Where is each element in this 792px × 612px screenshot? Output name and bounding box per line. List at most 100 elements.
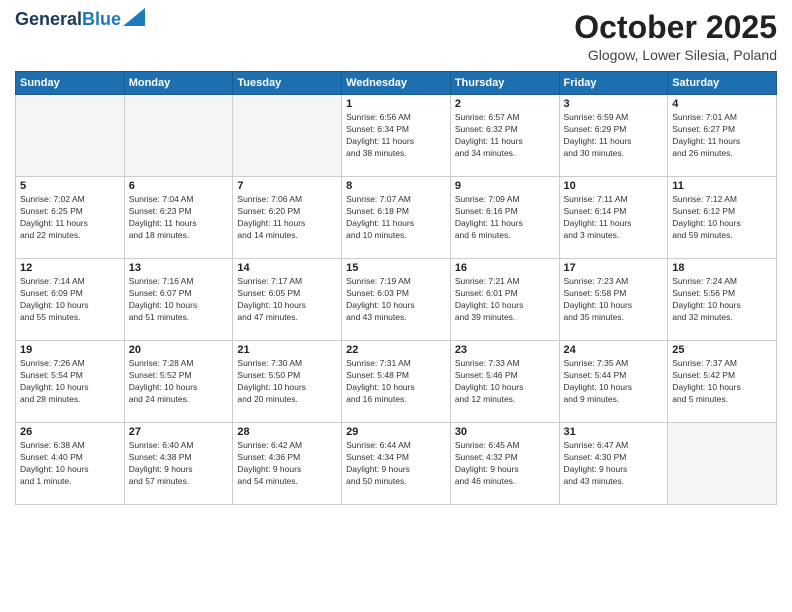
header: GeneralBlue October 2025 Glogow, Lower S…	[15, 10, 777, 63]
day-cell: 10 Sunrise: 7:11 AM Sunset: 6:14 PM Dayli…	[559, 177, 668, 259]
day-cell: 13 Sunrise: 7:16 AM Sunset: 6:07 PM Dayli…	[124, 259, 233, 341]
day-number: 4	[672, 98, 772, 110]
day-number: 31	[564, 426, 664, 438]
day-number: 6	[129, 180, 229, 192]
day-number: 26	[20, 426, 120, 438]
day-info: Sunrise: 7:11 AM Sunset: 6:14 PM Dayligh…	[564, 194, 664, 242]
day-info: Sunrise: 6:44 AM Sunset: 4:34 PM Dayligh…	[346, 440, 446, 488]
column-header-sunday: Sunday	[16, 72, 125, 95]
day-cell: 26 Sunrise: 6:38 AM Sunset: 4:40 PM Dayli…	[16, 423, 125, 505]
day-cell: 11Sunrise: 7:12 AM Sunset: 6:12 PM Dayli…	[668, 177, 777, 259]
day-cell: 25 Sunrise: 7:37 AM Sunset: 5:42 PM Dayli…	[668, 341, 777, 423]
day-cell: 15Sunrise: 7:19 AM Sunset: 6:03 PM Dayli…	[342, 259, 451, 341]
column-header-saturday: Saturday	[668, 72, 777, 95]
day-cell: 7Sunrise: 7:06 AM Sunset: 6:20 PM Daylig…	[233, 177, 342, 259]
day-info: Sunrise: 7:30 AM Sunset: 5:50 PM Dayligh…	[237, 358, 337, 406]
day-number: 3	[564, 98, 664, 110]
day-number: 30	[455, 426, 555, 438]
day-number: 14	[237, 262, 337, 274]
column-header-wednesday: Wednesday	[342, 72, 451, 95]
day-number: 23	[455, 344, 555, 356]
day-cell: 3 Sunrise: 6:59 AM Sunset: 6:29 PM Daylig…	[559, 95, 668, 177]
day-info: Sunrise: 7:31 AM Sunset: 5:48 PM Dayligh…	[346, 358, 446, 406]
day-number: 7	[237, 180, 337, 192]
day-info: Sunrise: 6:42 AM Sunset: 4:36 PM Dayligh…	[237, 440, 337, 488]
day-info: Sunrise: 7:14 AM Sunset: 6:09 PM Dayligh…	[20, 276, 120, 324]
day-number: 27	[129, 426, 229, 438]
week-row-5: 26 Sunrise: 6:38 AM Sunset: 4:40 PM Dayli…	[16, 423, 777, 505]
day-info: Sunrise: 7:28 AM Sunset: 5:52 PM Dayligh…	[129, 358, 229, 406]
day-cell: 28Sunrise: 6:42 AM Sunset: 4:36 PM Dayli…	[233, 423, 342, 505]
page: GeneralBlue October 2025 Glogow, Lower S…	[0, 0, 792, 612]
day-cell: 27Sunrise: 6:40 AM Sunset: 4:38 PM Dayli…	[124, 423, 233, 505]
title-block: October 2025 Glogow, Lower Silesia, Pola…	[574, 10, 777, 63]
logo: GeneralBlue	[15, 10, 145, 28]
day-cell: 24 Sunrise: 7:35 AM Sunset: 5:44 PM Dayli…	[559, 341, 668, 423]
day-cell: 29 Sunrise: 6:44 AM Sunset: 4:34 PM Dayli…	[342, 423, 451, 505]
day-info: Sunrise: 7:33 AM Sunset: 5:46 PM Dayligh…	[455, 358, 555, 406]
day-info: Sunrise: 7:17 AM Sunset: 6:05 PM Dayligh…	[237, 276, 337, 324]
day-number: 13	[129, 262, 229, 274]
day-cell: 23 Sunrise: 7:33 AM Sunset: 5:46 PM Dayli…	[450, 341, 559, 423]
day-number: 22	[346, 344, 446, 356]
day-cell: 5 Sunrise: 7:02 AM Sunset: 6:25 PM Daylig…	[16, 177, 125, 259]
day-cell: 21 Sunrise: 7:30 AM Sunset: 5:50 PM Dayli…	[233, 341, 342, 423]
column-header-monday: Monday	[124, 72, 233, 95]
day-info: Sunrise: 7:02 AM Sunset: 6:25 PM Dayligh…	[20, 194, 120, 242]
day-info: Sunrise: 6:57 AM Sunset: 6:32 PM Dayligh…	[455, 112, 555, 160]
day-info: Sunrise: 7:24 AM Sunset: 5:56 PM Dayligh…	[672, 276, 772, 324]
day-info: Sunrise: 6:45 AM Sunset: 4:32 PM Dayligh…	[455, 440, 555, 488]
day-number: 9	[455, 180, 555, 192]
week-row-2: 5 Sunrise: 7:02 AM Sunset: 6:25 PM Daylig…	[16, 177, 777, 259]
day-cell: 17 Sunrise: 7:23 AM Sunset: 5:58 PM Dayli…	[559, 259, 668, 341]
day-cell: 19 Sunrise: 7:26 AM Sunset: 5:54 PM Dayli…	[16, 341, 125, 423]
day-info: Sunrise: 7:04 AM Sunset: 6:23 PM Dayligh…	[129, 194, 229, 242]
day-number: 12	[20, 262, 120, 274]
day-info: Sunrise: 6:38 AM Sunset: 4:40 PM Dayligh…	[20, 440, 120, 488]
day-cell: 16 Sunrise: 7:21 AM Sunset: 6:01 PM Dayli…	[450, 259, 559, 341]
day-info: Sunrise: 7:23 AM Sunset: 5:58 PM Dayligh…	[564, 276, 664, 324]
day-cell: 18 Sunrise: 7:24 AM Sunset: 5:56 PM Dayli…	[668, 259, 777, 341]
day-number: 19	[20, 344, 120, 356]
calendar-header-row: SundayMondayTuesdayWednesdayThursdayFrid…	[16, 72, 777, 95]
day-info: Sunrise: 7:21 AM Sunset: 6:01 PM Dayligh…	[455, 276, 555, 324]
day-info: Sunrise: 7:16 AM Sunset: 6:07 PM Dayligh…	[129, 276, 229, 324]
day-cell: 14 Sunrise: 7:17 AM Sunset: 6:05 PM Dayli…	[233, 259, 342, 341]
day-info: Sunrise: 7:09 AM Sunset: 6:16 PM Dayligh…	[455, 194, 555, 242]
day-cell: 8 Sunrise: 7:07 AM Sunset: 6:18 PM Daylig…	[342, 177, 451, 259]
day-number: 11	[672, 180, 772, 192]
day-number: 16	[455, 262, 555, 274]
day-cell: 9 Sunrise: 7:09 AM Sunset: 6:16 PM Daylig…	[450, 177, 559, 259]
day-cell: 31Sunrise: 6:47 AM Sunset: 4:30 PM Dayli…	[559, 423, 668, 505]
day-number: 18	[672, 262, 772, 274]
column-header-thursday: Thursday	[450, 72, 559, 95]
day-info: Sunrise: 7:07 AM Sunset: 6:18 PM Dayligh…	[346, 194, 446, 242]
day-number: 21	[237, 344, 337, 356]
day-info: Sunrise: 7:26 AM Sunset: 5:54 PM Dayligh…	[20, 358, 120, 406]
day-number: 24	[564, 344, 664, 356]
day-info: Sunrise: 6:56 AM Sunset: 6:34 PM Dayligh…	[346, 112, 446, 160]
day-cell	[16, 95, 125, 177]
day-cell: 12 Sunrise: 7:14 AM Sunset: 6:09 PM Dayli…	[16, 259, 125, 341]
day-info: Sunrise: 7:37 AM Sunset: 5:42 PM Dayligh…	[672, 358, 772, 406]
day-number: 29	[346, 426, 446, 438]
day-cell: 2Sunrise: 6:57 AM Sunset: 6:32 PM Daylig…	[450, 95, 559, 177]
day-number: 17	[564, 262, 664, 274]
day-number: 8	[346, 180, 446, 192]
day-number: 10	[564, 180, 664, 192]
day-cell: 20Sunrise: 7:28 AM Sunset: 5:52 PM Dayli…	[124, 341, 233, 423]
main-title: October 2025	[574, 10, 777, 45]
day-cell: 6 Sunrise: 7:04 AM Sunset: 6:23 PM Daylig…	[124, 177, 233, 259]
day-cell: 1Sunrise: 6:56 AM Sunset: 6:34 PM Daylig…	[342, 95, 451, 177]
day-info: Sunrise: 6:59 AM Sunset: 6:29 PM Dayligh…	[564, 112, 664, 160]
day-cell: 4Sunrise: 7:01 AM Sunset: 6:27 PM Daylig…	[668, 95, 777, 177]
day-info: Sunrise: 7:35 AM Sunset: 5:44 PM Dayligh…	[564, 358, 664, 406]
logo-text: GeneralBlue	[15, 10, 121, 28]
day-cell	[124, 95, 233, 177]
day-number: 15	[346, 262, 446, 274]
day-number: 25	[672, 344, 772, 356]
day-cell	[233, 95, 342, 177]
subtitle: Glogow, Lower Silesia, Poland	[574, 47, 777, 63]
day-number: 5	[20, 180, 120, 192]
calendar: SundayMondayTuesdayWednesdayThursdayFrid…	[15, 71, 777, 505]
